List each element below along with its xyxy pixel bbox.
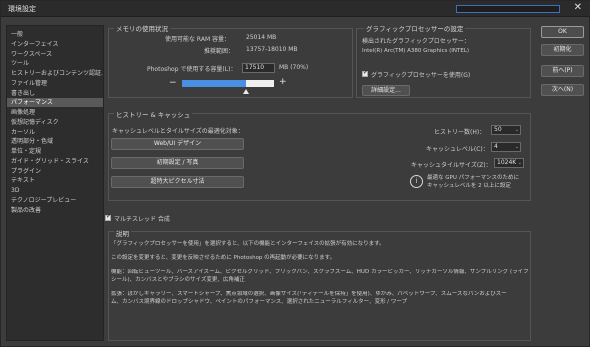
- optimize-cache-label: キャッシュレベルとタイルサイズの最適化対象：: [112, 128, 244, 135]
- sidebar-item[interactable]: パフォーマンス: [7, 98, 103, 108]
- cache-tile-size-select[interactable]: 1024K ⌄: [494, 158, 524, 168]
- title-bar: 環境設定 ✕: [1, 1, 590, 17]
- cache-info-line-2: キャッシュレベルを 2 以上に設定: [427, 183, 511, 189]
- close-icon[interactable]: ✕: [574, 2, 582, 13]
- history-states-label: ヒストリー数(H)：: [434, 129, 486, 136]
- ram-usage-label: Photoshop で使用する容量(L)：: [147, 66, 237, 73]
- ram-usage-input[interactable]: 17510: [242, 63, 275, 73]
- chevron-down-icon: ⌄: [517, 160, 522, 166]
- history-cache-heading: ヒストリー & キャッシュ: [114, 109, 193, 119]
- use-gpu-checkbox[interactable]: [362, 69, 368, 77]
- sidebar-item[interactable]: 単位・定規: [7, 147, 103, 156]
- multithreaded-compositing-checkbox[interactable]: [105, 213, 111, 221]
- next-button[interactable]: 次へ(N): [541, 84, 584, 96]
- default-photos-button[interactable]: 初期設定 / 写真: [111, 157, 244, 169]
- sidebar-item[interactable]: 一般: [7, 30, 103, 39]
- cache-levels-label: キャッシュレベル(C)：: [426, 146, 489, 153]
- memory-usage-panel: [108, 28, 353, 98]
- cache-levels-input[interactable]: 4 ⌄: [491, 142, 521, 152]
- ideal-range-label: 推奨範囲：: [204, 48, 235, 55]
- available-ram-label: 使用可能な RAM 容量：: [165, 36, 231, 43]
- detected-gpu-label: 検出されたグラフィックプロセッサー：: [362, 38, 470, 45]
- available-ram-value: 25014 MB: [246, 34, 277, 41]
- web-ui-design-button[interactable]: Web/UI デザイン: [111, 138, 244, 150]
- sidebar-item[interactable]: 製品の改善: [7, 206, 103, 215]
- advanced-settings-button[interactable]: 詳細設定...: [362, 85, 410, 96]
- sidebar-item[interactable]: ツール: [7, 59, 103, 68]
- detected-gpu-value: Intel(R) Arc(TM) A380 Graphics (INTEL): [362, 48, 470, 54]
- decrease-icon[interactable]: −: [169, 78, 177, 88]
- sidebar-item[interactable]: 画像処理: [7, 108, 103, 117]
- cache-info-line-1: 最適な GPU パフォーマンスのために: [427, 175, 519, 181]
- huge-pixel-dimensions-button[interactable]: 超特大ピクセル寸法: [111, 176, 244, 188]
- sidebar-item[interactable]: 3D: [7, 186, 103, 195]
- chevron-down-icon: ⌄: [514, 144, 519, 150]
- window-title: 環境設定: [8, 5, 36, 13]
- sidebar-item[interactable]: カーソル: [7, 128, 103, 137]
- increase-icon[interactable]: +: [279, 77, 287, 87]
- ram-usage-slider-track[interactable]: [182, 80, 274, 87]
- history-states-input[interactable]: 50 ⌄: [491, 125, 521, 135]
- use-gpu-label[interactable]: グラフィックプロセッサーを使用(G): [371, 70, 470, 79]
- sidebar-item[interactable]: 書き出し: [7, 89, 103, 98]
- description-line-4: シール)、カンバスとやブラシのサイズ変更、広角補正: [111, 277, 245, 283]
- ram-usage-unit: MB (70%): [279, 64, 309, 71]
- sidebar-item[interactable]: 仮想記憶ディスク: [7, 118, 103, 127]
- gpu-settings-heading: グラフィックプロセッサーの設定: [364, 23, 466, 33]
- ideal-range-value: 13757-18010 MB: [246, 46, 298, 53]
- preferences-dialog: 環境設定 ✕ 一般 インターフェイス ワークスペース ツール ヒストリーおよびコンテンツ…: [0, 0, 590, 347]
- ram-usage-slider-fill: [182, 80, 247, 87]
- description-heading: 説明: [114, 228, 131, 238]
- search-input[interactable]: [456, 5, 560, 13]
- cache-tile-size-value: 1024K: [497, 159, 517, 166]
- memory-usage-heading: メモリの使用状況: [114, 23, 170, 33]
- sidebar-item[interactable]: ファイル管理: [7, 79, 103, 88]
- multithreaded-compositing-label[interactable]: マルチスレッド 合成: [114, 214, 170, 223]
- history-states-value: 50: [494, 126, 502, 133]
- description-line-3: 機能：回転ビューツール、バーズアイズーム、ピクセルグリッド、フリックパン、スクラ…: [111, 269, 529, 275]
- sidebar-item[interactable]: 透明部分・色域: [7, 137, 103, 146]
- sidebar-item[interactable]: プラグイン: [7, 167, 103, 176]
- previous-button[interactable]: 前へ(P): [541, 65, 584, 77]
- chevron-down-icon: ⌄: [514, 127, 519, 133]
- reset-button[interactable]: 初期化: [541, 44, 584, 56]
- sidebar-item[interactable]: ワークスペース: [7, 50, 103, 59]
- sidebar-item[interactable]: ガイド・グリッド・スライス: [7, 157, 103, 166]
- cache-levels-value: 4: [494, 143, 498, 150]
- sidebar-item[interactable]: インターフェイス: [7, 40, 103, 49]
- cache-tile-size-label: キャッシュタイルサイズ(Z)：: [411, 162, 492, 169]
- description-line-5: 拡張：ぼかしギャラリー、スマートシャープ、焦点領域の選択、画像サイズ(「ディテー…: [111, 291, 507, 297]
- category-list: 一般 インターフェイス ワークスペース ツール ヒストリーおよびコンテンツ認証... ファ…: [6, 25, 104, 341]
- ram-usage-slider-thumb[interactable]: [243, 89, 250, 94]
- ok-button[interactable]: OK: [541, 26, 584, 38]
- description-line-6: ム、カンバス境界線のドロップシャドウ、ペイントのパフォーマンス、選択されたニュー…: [111, 299, 408, 305]
- sidebar-item[interactable]: テキスト: [7, 176, 103, 185]
- sidebar-item[interactable]: テクノロジープレビュー: [7, 196, 103, 205]
- sidebar-item[interactable]: ヒストリーおよびコンテンツ認証...: [7, 69, 103, 78]
- description-line-2: この設定を変更すると、変更を反映させるために Photoshop の再起動が必要…: [111, 255, 336, 261]
- description-line-1: 「グラフィックプロセッサーを使用」を選択すると、以下の機能とインターフェイスの拡…: [111, 241, 385, 247]
- info-icon: i: [410, 175, 423, 188]
